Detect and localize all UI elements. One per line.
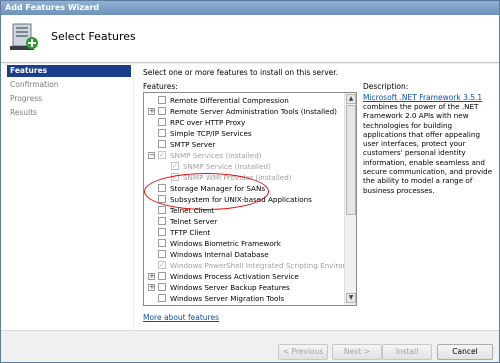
scroll-up-button[interactable]: ▲	[346, 94, 356, 104]
expand-toggle[interactable]: +	[148, 273, 155, 280]
feature-checkbox[interactable]	[158, 283, 166, 291]
feature-row[interactable]: RPC over HTTP Proxy	[144, 117, 345, 128]
feature-label: Remote Server Administration Tools (Inst…	[170, 107, 337, 116]
nav-item-results: Results	[10, 108, 38, 117]
feature-checkbox[interactable]	[158, 118, 166, 126]
feature-checkbox[interactable]: ✓	[158, 261, 166, 269]
nav-item-progress: Progress	[10, 94, 43, 103]
feature-label: Windows Internal Database	[170, 250, 269, 259]
previous-button[interactable]: < Previous	[278, 344, 328, 360]
feature-label: SMTP Server	[170, 140, 216, 149]
title-bar[interactable]: Add Features Wizard	[1, 1, 499, 15]
nav-item-confirmation: Confirmation	[10, 80, 59, 89]
feature-row[interactable]: TFTP Client	[144, 227, 345, 238]
feature-checkbox[interactable]	[158, 272, 166, 280]
feature-checkbox[interactable]	[158, 294, 166, 302]
features-label: Features:	[143, 82, 178, 91]
feature-row[interactable]: ✓ Windows PowerShell Integrated Scripting…	[144, 260, 356, 271]
feature-row[interactable]: ✓ SNMP Service (Installed)	[144, 161, 345, 172]
feature-checkbox[interactable]	[158, 217, 166, 225]
features-tree[interactable]: Remote Differential Compression + Remote S…	[143, 92, 357, 306]
feature-row[interactable]: Subsystem for UNIX-based Applications	[144, 194, 345, 205]
feature-row[interactable]: + Windows Process Activation Service	[144, 271, 345, 282]
feature-row[interactable]: Windows Biometric Framework	[144, 238, 345, 249]
feature-label: Windows Server Backup Features	[170, 283, 290, 292]
page-title: Select Features	[51, 30, 136, 43]
feature-label: Telnet Server	[170, 217, 218, 226]
feature-label: Windows Biometric Framework	[170, 239, 281, 248]
nav-item-features: Features	[7, 65, 131, 77]
expand-toggle[interactable]: +	[148, 108, 155, 115]
feature-label: Remote Differential Compression	[170, 96, 289, 105]
wizard-nav: Features Confirmation Progress Results	[1, 64, 133, 330]
feature-row[interactable]: Storage Manager for SANs	[144, 183, 345, 194]
feature-checkbox[interactable]: ✓	[171, 162, 179, 170]
feature-row[interactable]: Telnet Client	[144, 205, 345, 216]
cancel-button[interactable]: Cancel	[437, 344, 493, 360]
feature-row[interactable]: Telnet Server	[144, 216, 345, 227]
feature-row[interactable]: − ✓ SNMP Services (Installed)	[144, 150, 345, 161]
feature-row[interactable]: ✓ SNMP WMI Provider (Installed)	[144, 172, 345, 183]
feature-checkbox[interactable]	[158, 228, 166, 236]
feature-label: Subsystem for UNIX-based Applications	[170, 195, 312, 204]
feature-label: SNMP WMI Provider (Installed)	[183, 173, 292, 182]
feature-row[interactable]: + Remote Server Administration Tools (Ins…	[144, 106, 345, 117]
feature-checkbox[interactable]	[158, 184, 166, 192]
next-button[interactable]: Next >	[332, 344, 382, 360]
scroll-thumb[interactable]	[346, 105, 356, 215]
feature-label: Storage Manager for SANs	[170, 184, 266, 193]
feature-checkbox[interactable]	[158, 195, 166, 203]
install-button[interactable]: Install	[382, 344, 432, 360]
feature-row[interactable]: Remote Differential Compression	[144, 95, 345, 106]
expand-toggle[interactable]: +	[148, 284, 155, 291]
feature-row[interactable]: + Windows Server Backup Features	[144, 282, 345, 293]
feature-label: SNMP Services (Installed)	[170, 151, 262, 160]
feature-label: Windows Process Activation Service	[170, 272, 299, 281]
feature-checkbox[interactable]: ✓	[158, 151, 166, 159]
feature-row[interactable]: Windows System Resource Manager	[144, 304, 345, 306]
feature-checkbox[interactable]	[158, 107, 166, 115]
feature-checkbox[interactable]	[158, 305, 166, 306]
feature-label: Simple TCP/IP Services	[170, 129, 252, 138]
feature-label: Windows PowerShell Integrated Scripting …	[170, 261, 357, 270]
feature-row[interactable]: Simple TCP/IP Services	[144, 128, 345, 139]
wizard-footer: < Previous Next > Install Cancel	[1, 330, 499, 362]
description-label: Description:	[363, 82, 409, 91]
feature-row[interactable]: Windows Server Migration Tools	[144, 293, 345, 304]
expand-toggle[interactable]: −	[148, 152, 155, 159]
more-about-features-link[interactable]: More about features	[143, 313, 219, 322]
feature-row[interactable]: Windows Internal Database	[144, 249, 345, 260]
feature-label: RPC over HTTP Proxy	[170, 118, 246, 127]
feature-checkbox[interactable]: ✓	[171, 173, 179, 181]
feature-checkbox[interactable]	[158, 129, 166, 137]
wizard-header: Select Features	[1, 15, 499, 63]
features-panel: Select one or more features to install o…	[134, 64, 499, 330]
features-list: Remote Differential Compression + Remote S…	[144, 95, 356, 306]
description-link[interactable]: Microsoft .NET Framework 3.5.1	[363, 93, 482, 102]
scroll-down-button[interactable]: ▼	[346, 293, 356, 303]
feature-checkbox[interactable]	[158, 250, 166, 258]
feature-label: Windows Server Migration Tools	[170, 294, 285, 303]
feature-checkbox[interactable]	[158, 140, 166, 148]
feature-label: TFTP Client	[170, 228, 211, 237]
vertical-scrollbar[interactable]: ▲ ▼	[344, 93, 356, 305]
instruction-text: Select one or more features to install o…	[143, 68, 339, 77]
wizard-window: Add Features Wizard Select Features Feat…	[0, 0, 500, 363]
feature-row[interactable]: SMTP Server	[144, 139, 345, 150]
feature-checkbox[interactable]	[158, 239, 166, 247]
add-features-icon	[10, 23, 38, 50]
feature-label: SNMP Service (Installed)	[183, 162, 271, 171]
feature-label: Telnet Client	[170, 206, 215, 215]
feature-checkbox[interactable]	[158, 206, 166, 214]
window-title: Add Features Wizard	[5, 3, 100, 12]
description-text: combines the power of the .NET Framework…	[363, 102, 493, 195]
feature-checkbox[interactable]	[158, 96, 166, 104]
feature-label: Windows System Resource Manager	[170, 304, 300, 305]
